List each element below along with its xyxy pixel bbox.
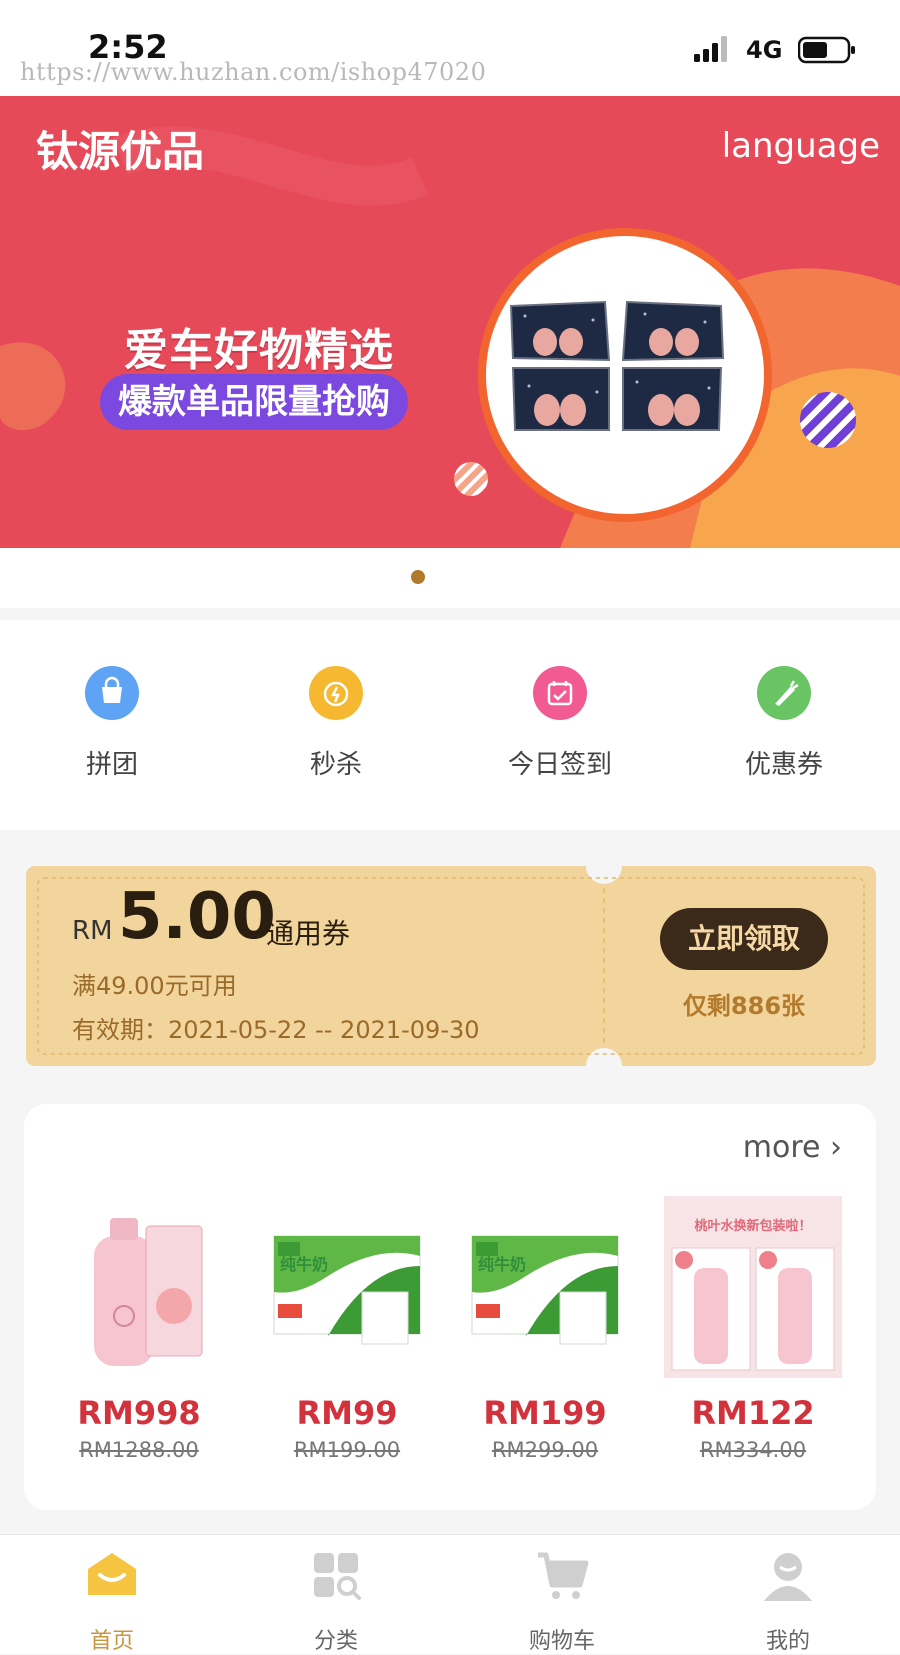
language-button[interactable]: language [722, 126, 880, 166]
more-link[interactable]: more › [743, 1130, 842, 1165]
svg-text:纯牛奶: 纯牛奶 [478, 1255, 526, 1274]
image-caption: 桃叶水换新包装啦！ [694, 1218, 811, 1234]
user-icon [764, 1553, 812, 1601]
tab-cart[interactable]: 购物车 [492, 1545, 632, 1655]
more-label: more [742, 1130, 821, 1165]
product-price: RM998 [77, 1394, 201, 1432]
product-original-price: RM1288.00 [79, 1438, 199, 1462]
product-card[interactable]: RM998 RM1288.00 [50, 1196, 228, 1462]
quick-action-label: 秒杀 [309, 750, 362, 780]
coupon-validity: 有效期：2021-05-22 -- 2021-09-30 [72, 1016, 480, 1044]
chevron-right-icon: › [830, 1130, 842, 1165]
quick-actions: 拼团 秒杀 今日签到 优惠券 [0, 620, 900, 830]
quick-action-label: 今日签到 [507, 750, 612, 780]
product-price: RM199 [483, 1394, 607, 1432]
quick-action-label: 拼团 [85, 750, 138, 780]
coupon-type: 通用券 [266, 917, 351, 950]
tab-label: 我的 [765, 1629, 810, 1654]
banner-headline: 爱车好物精选 [124, 325, 394, 376]
product-original-price: RM334.00 [699, 1438, 807, 1462]
coupon-min-spend: 满49.00元可用 [72, 972, 237, 1000]
product-card[interactable]: 桃叶水换新包装啦！ RM122 RM334.00 [664, 1196, 842, 1462]
tab-label: 分类 [313, 1629, 358, 1654]
brand-name: 钛源优品 [36, 127, 205, 176]
product-price: RM122 [691, 1394, 815, 1432]
quick-action-coupons[interactable]: 优惠券 [704, 666, 864, 781]
product-card[interactable]: 纯牛奶 RM199 RM299.00 [456, 1196, 634, 1462]
bag-icon [85, 666, 139, 720]
alarm-clock-icon [309, 666, 363, 720]
product-original-price: RM299.00 [491, 1438, 599, 1462]
bottom-tab-bar: 首页 分类 购物车 我的 [0, 1534, 900, 1654]
coupon-currency: RM [72, 916, 113, 946]
tab-label: 购物车 [528, 1629, 595, 1654]
banner-subline: 爆款单品限量抢购 [100, 374, 408, 430]
car-shade-product-image [509, 300, 725, 431]
battery-icon [798, 36, 855, 64]
watermark-url: https://www.huzhan.com/ishop47020 [20, 58, 487, 86]
home-icon [88, 1553, 136, 1595]
quick-action-check-in[interactable]: 今日签到 [480, 666, 640, 781]
quick-action-flash-sale[interactable]: 秒杀 [256, 666, 416, 781]
product-section: more › RM998 RM1288.00 纯牛奶 RM99 RM199.00 [24, 1104, 876, 1510]
promo-banner[interactable]: 钛源优品 language 爱车好物精选 爆款单品限量抢购 [0, 96, 900, 548]
quick-action-label: 优惠券 [744, 750, 823, 780]
product-original-price: RM199.00 [293, 1438, 401, 1462]
cart-icon [538, 1552, 589, 1599]
carousel-dot-active[interactable] [411, 570, 425, 584]
claim-coupon-button[interactable]: 立即领取 [660, 908, 828, 970]
decor-ball-small [454, 462, 488, 496]
tab-category[interactable]: 分类 [266, 1545, 406, 1655]
peach-lotion-pair-image: 桃叶水换新包装啦！ [664, 1196, 842, 1378]
quick-action-group-buy[interactable]: 拼团 [32, 666, 192, 781]
product-card[interactable]: 纯牛奶 RM99 RM199.00 [258, 1196, 436, 1462]
coupon-card: RM 5.00 通用券 满49.00元可用 有效期：2021-05-22 -- … [26, 866, 876, 1066]
milk-box-image: 纯牛奶 [273, 1235, 421, 1345]
calendar-check-icon [533, 666, 587, 720]
milk-box-image: 纯牛奶 [471, 1235, 619, 1345]
tab-profile[interactable]: 我的 [718, 1545, 858, 1655]
svg-text:纯牛奶: 纯牛奶 [280, 1255, 328, 1274]
carrot-coupon-icon [757, 666, 811, 720]
coupon-remaining: 仅剩886张 [682, 992, 806, 1020]
coupon-amount: 5.00 [118, 880, 276, 954]
network-type: 4G [746, 36, 783, 64]
product-price: RM99 [296, 1394, 398, 1432]
category-icon [314, 1553, 361, 1600]
carousel-indicator [0, 548, 900, 608]
decor-ball [800, 392, 856, 448]
status-bar: 2:52 https://www.huzhan.com/ishop47020 4… [0, 0, 900, 96]
tab-label: 首页 [89, 1629, 134, 1654]
tab-home[interactable]: 首页 [42, 1545, 182, 1655]
lotion-bottle-image [94, 1218, 203, 1366]
signal-icon [694, 36, 727, 62]
